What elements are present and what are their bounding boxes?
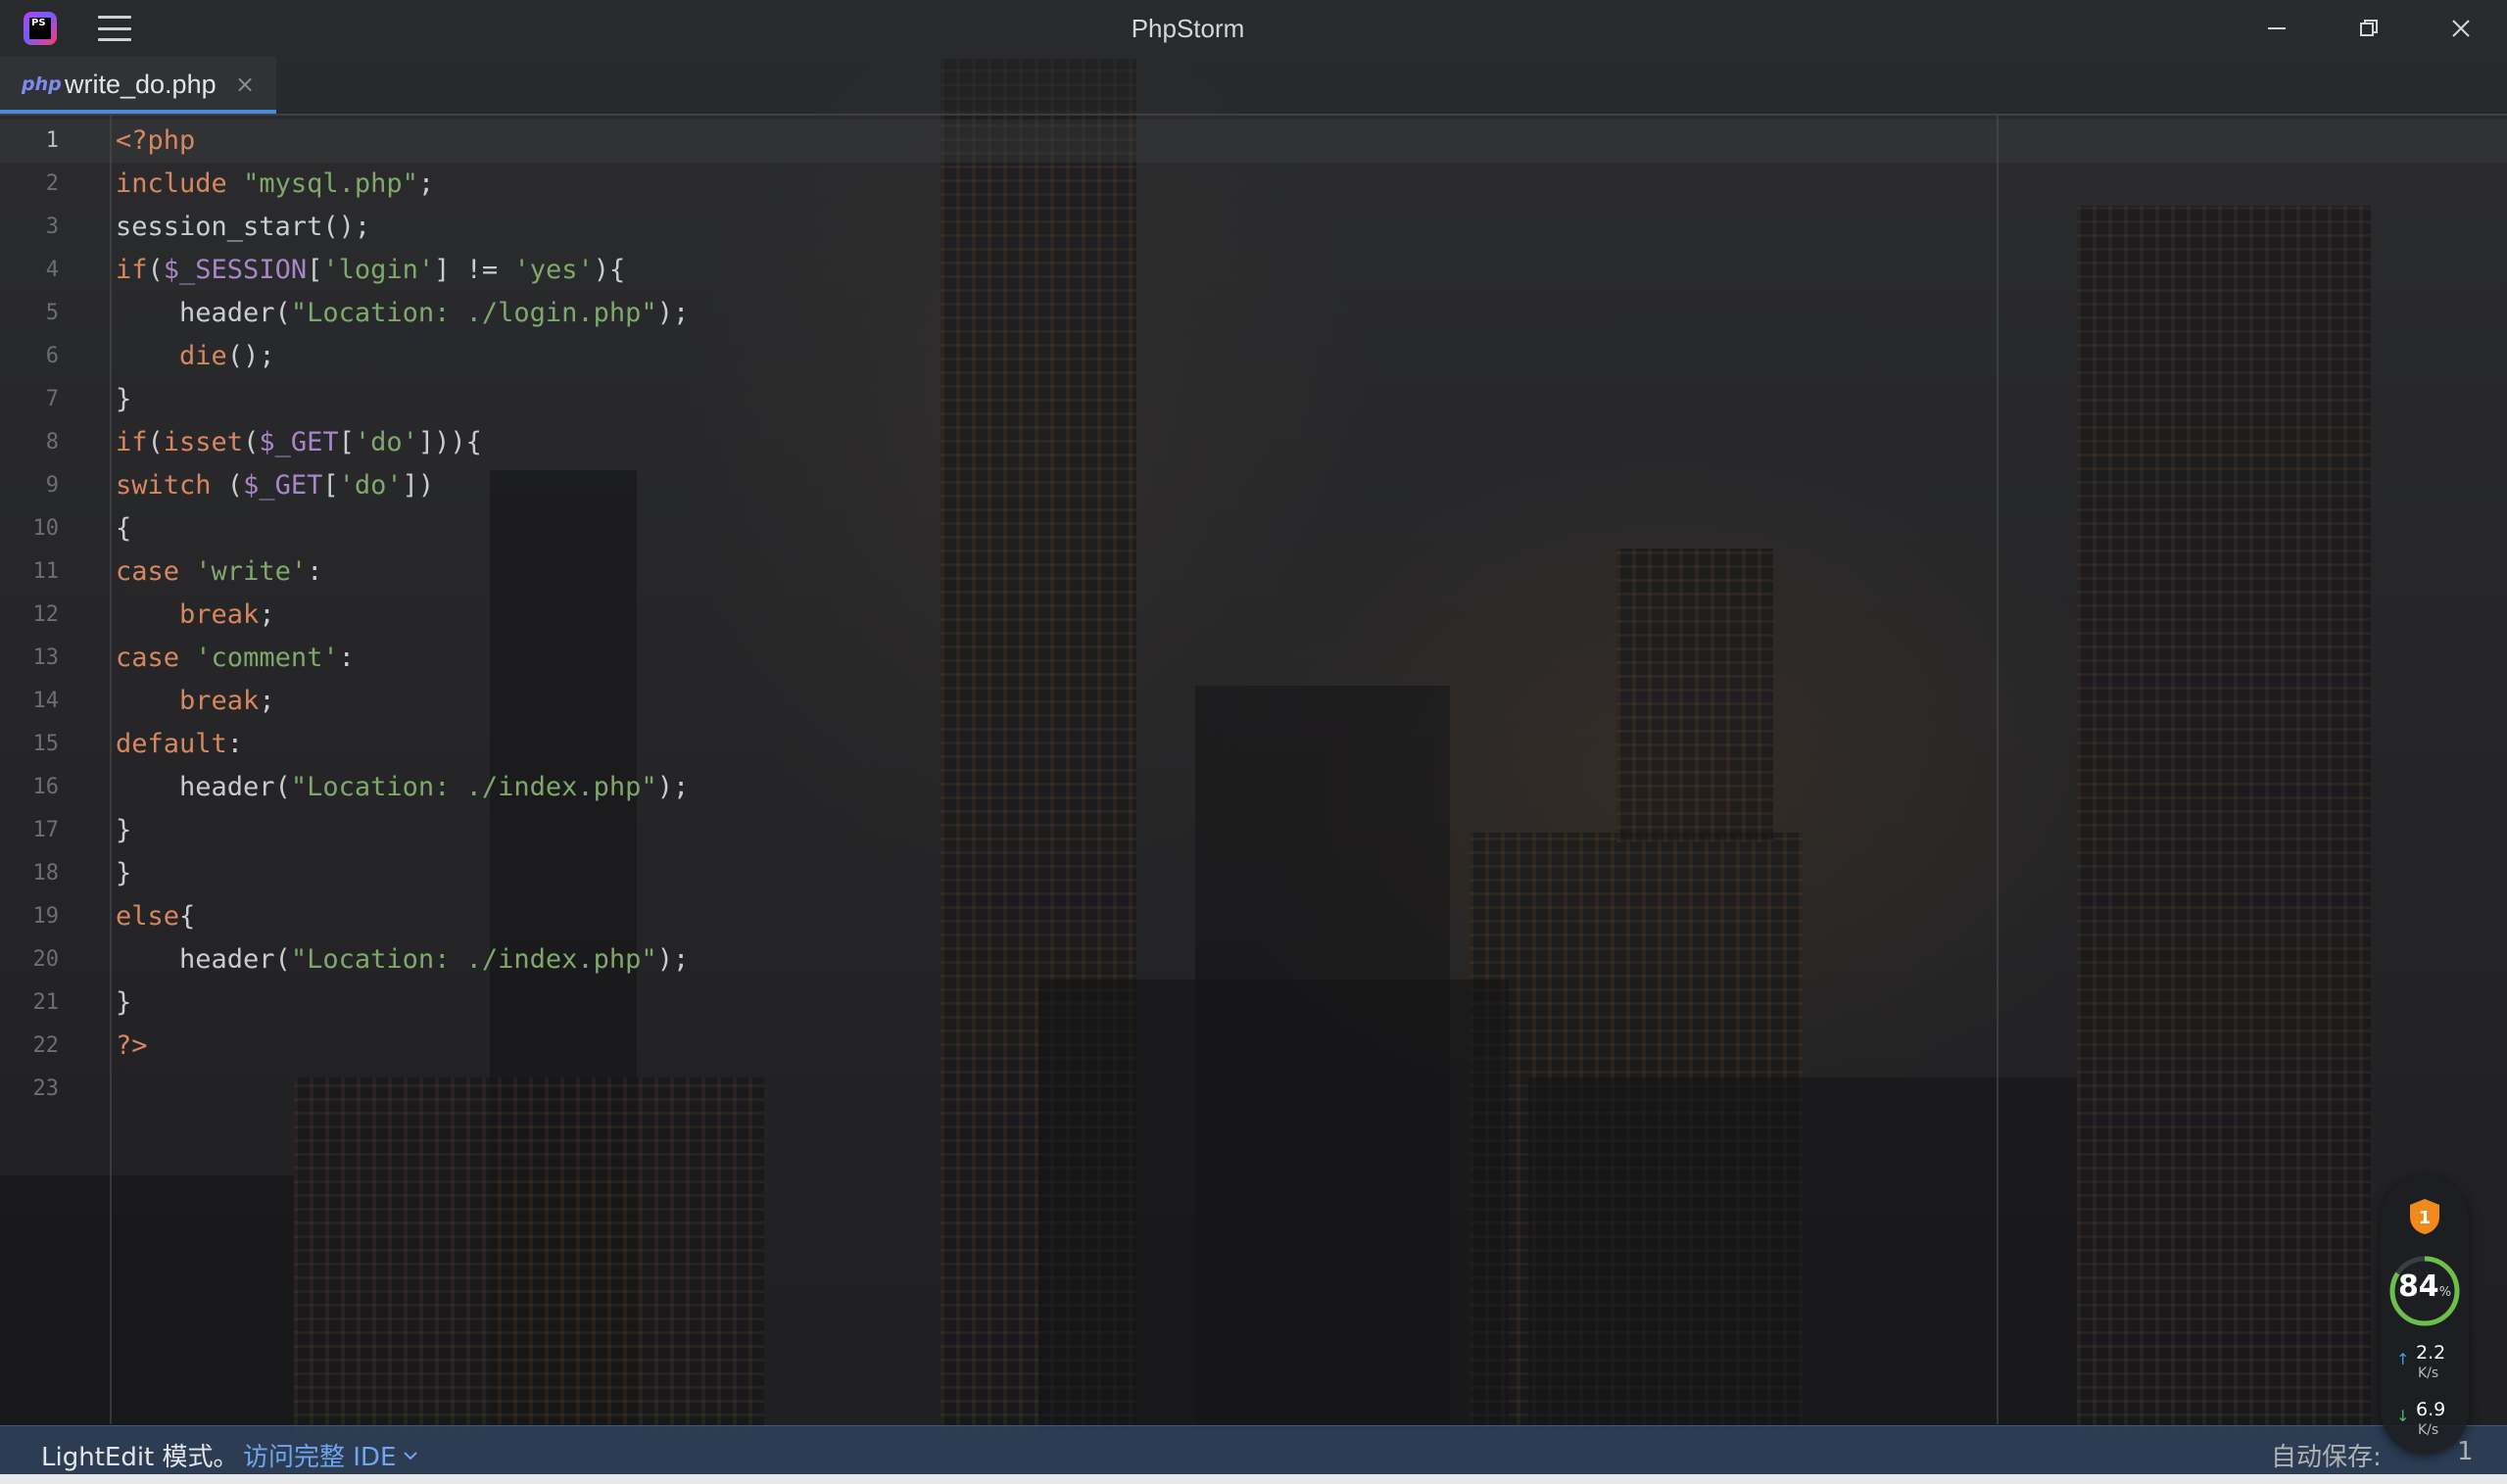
chevron-down-icon bbox=[404, 1451, 418, 1460]
tab-write-do-php[interactable]: php write_do.php × bbox=[0, 57, 276, 114]
restore-button[interactable] bbox=[2324, 0, 2414, 57]
lightedit-mode-label: LightEdit 模式。 bbox=[41, 1443, 239, 1472]
line-number[interactable]: 9 bbox=[0, 464, 59, 507]
download-speed-unit: K/s bbox=[2418, 1422, 2439, 1438]
line-number[interactable]: 11 bbox=[0, 551, 60, 594]
code-line[interactable]: <?php bbox=[116, 120, 195, 163]
code-line[interactable]: case 'comment': bbox=[116, 637, 355, 680]
code-line[interactable]: switch ($_GET['do']) bbox=[116, 464, 434, 507]
line-number[interactable]: 8 bbox=[0, 421, 59, 464]
tab-label: write_do.php bbox=[65, 70, 217, 99]
window-title: PhpStorm bbox=[1131, 14, 1245, 43]
download-speed-value: 6.9 bbox=[2416, 1399, 2446, 1420]
line-number[interactable]: 21 bbox=[0, 981, 60, 1025]
memory-percent-unit: % bbox=[2438, 1285, 2452, 1300]
code-line[interactable]: if($_SESSION['login'] != 'yes'){ bbox=[116, 249, 625, 292]
code-line[interactable]: else{ bbox=[116, 895, 195, 938]
code-line[interactable]: ?> bbox=[116, 1025, 148, 1068]
minimize-button[interactable] bbox=[2232, 0, 2322, 57]
shield-badge: 1 bbox=[2419, 1208, 2432, 1228]
code-line[interactable]: } bbox=[116, 852, 131, 895]
code-line[interactable]: case 'write': bbox=[116, 551, 322, 594]
code-line[interactable]: break; bbox=[116, 594, 275, 637]
code-line[interactable]: } bbox=[116, 809, 131, 852]
line-number[interactable]: 15 bbox=[0, 723, 60, 766]
autosave-toggle[interactable]: 自动保存: bbox=[2271, 1437, 2382, 1473]
download-arrow-icon: ↓ bbox=[2396, 1407, 2410, 1425]
memory-percent-value: 84 bbox=[2397, 1269, 2439, 1304]
line-number[interactable]: 19 bbox=[0, 895, 60, 938]
line-number[interactable]: 16 bbox=[0, 766, 60, 809]
right-margin-guide bbox=[1997, 116, 1999, 1424]
code-line[interactable]: session_start(); bbox=[116, 206, 370, 249]
line-number[interactable]: 7 bbox=[0, 378, 59, 421]
system-monitor-widget[interactable]: 1 84% ↑ 2.2 K/s ↓ 6.9 K/s bbox=[2381, 1175, 2469, 1455]
line-number[interactable]: 2 bbox=[0, 163, 59, 206]
line-number[interactable]: 14 bbox=[0, 680, 60, 723]
editor-tab-bar: php write_do.php × bbox=[0, 57, 2507, 116]
status-extra-value: 1 bbox=[2457, 1437, 2474, 1466]
line-number[interactable]: 23 bbox=[0, 1068, 60, 1111]
line-number[interactable]: 13 bbox=[0, 637, 60, 680]
open-full-ide-label: 访问完整 IDE bbox=[243, 1443, 397, 1472]
line-number[interactable]: 17 bbox=[0, 809, 60, 852]
taskbar-edge bbox=[0, 1474, 2507, 1484]
code-line[interactable]: } bbox=[116, 981, 131, 1025]
upload-speed-unit: K/s bbox=[2418, 1365, 2439, 1381]
memory-percent: 84% bbox=[2381, 1269, 2469, 1304]
line-number[interactable]: 1 bbox=[0, 120, 59, 163]
close-window-button[interactable] bbox=[2416, 0, 2506, 57]
open-full-ide-link[interactable]: 访问完整 IDE bbox=[243, 1437, 419, 1473]
current-line-highlight bbox=[0, 120, 2507, 163]
line-number[interactable]: 10 bbox=[0, 507, 60, 551]
line-number[interactable]: 5 bbox=[0, 292, 59, 335]
line-number-gutter[interactable]: 1 2 3 4 5 6 7 8 9 10 11 12 13 14 15 16 17 18 19 20 21 22 23 bbox=[0, 116, 112, 1424]
php-file-icon: php bbox=[22, 73, 62, 95]
status-bar: LightEdit 模式。 访问完整 IDE 自动保存: 1 bbox=[0, 1425, 2507, 1475]
upload-speed-value: 2.2 bbox=[2416, 1342, 2446, 1364]
title-bar: PS PhpStorm bbox=[0, 0, 2507, 57]
minimize-icon bbox=[2268, 27, 2286, 29]
line-number[interactable]: 4 bbox=[0, 249, 59, 292]
line-number[interactable]: 18 bbox=[0, 852, 60, 895]
code-line[interactable]: header("Location: ./login.php"); bbox=[116, 292, 689, 335]
restore-icon bbox=[2360, 20, 2378, 36]
phpstorm-window: PS PhpStorm php write_do.php × 1 2 3 4 5… bbox=[0, 0, 2507, 1484]
line-number[interactable]: 20 bbox=[0, 938, 60, 981]
code-line[interactable]: header("Location: ./index.php"); bbox=[116, 766, 689, 809]
upload-arrow-icon: ↑ bbox=[2396, 1350, 2410, 1368]
code-editor[interactable]: 1 2 3 4 5 6 7 8 9 10 11 12 13 14 15 16 17 18 19 20 21 22 23 <?… bbox=[0, 116, 2507, 1424]
code-line[interactable]: { bbox=[116, 507, 131, 551]
code-line[interactable]: break; bbox=[116, 680, 275, 723]
close-icon bbox=[2452, 20, 2470, 37]
code-line[interactable]: include "mysql.php"; bbox=[116, 163, 434, 206]
security-shield-icon[interactable]: 1 bbox=[2407, 1197, 2442, 1236]
code-line[interactable]: } bbox=[116, 378, 131, 421]
code-line[interactable]: header("Location: ./index.php"); bbox=[116, 938, 689, 981]
line-number[interactable]: 3 bbox=[0, 206, 59, 249]
code-line[interactable]: if(isset($_GET['do'])){ bbox=[116, 421, 482, 464]
line-number[interactable]: 6 bbox=[0, 335, 59, 378]
tab-close-icon[interactable]: × bbox=[235, 71, 255, 98]
line-number[interactable]: 12 bbox=[0, 594, 60, 637]
code-line[interactable]: die(); bbox=[116, 335, 275, 378]
code-line[interactable]: default: bbox=[116, 723, 243, 766]
line-number[interactable]: 22 bbox=[0, 1025, 60, 1068]
